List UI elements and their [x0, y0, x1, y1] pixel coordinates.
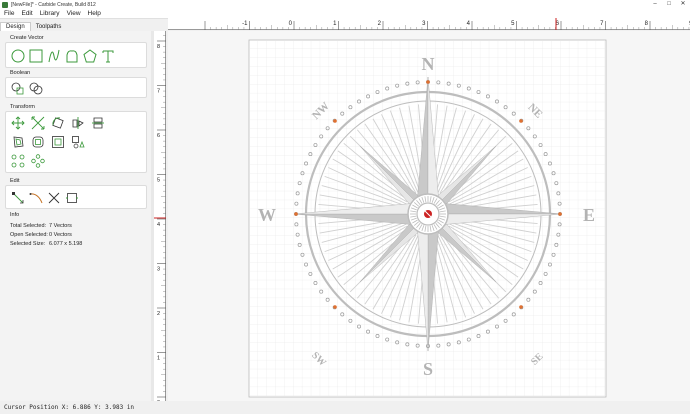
inset-tool-icon[interactable] [51, 135, 65, 149]
window-controls: – □ ✕ [648, 0, 690, 9]
circular-array-icon[interactable] [31, 154, 45, 168]
curve-tool-icon[interactable] [65, 49, 79, 63]
selection-node-se[interactable] [519, 305, 523, 309]
menu-file[interactable]: File [4, 10, 14, 17]
ruler-h-label: -1 [242, 21, 248, 27]
window-title: [NewFile]* - Carbide Create, Build 812 [11, 1, 96, 8]
ruler-h-label: 7 [600, 21, 604, 27]
status-bar: Cursor Position X: 6.886 Y: 3.983 in [0, 401, 690, 414]
info-total-selected-value: 7 Vectors [49, 223, 72, 229]
selection-node-e[interactable] [558, 212, 562, 216]
fillet-tool-icon[interactable] [31, 135, 45, 149]
menu-edit[interactable]: Edit [21, 10, 32, 17]
ruler-h-label: 4 [467, 21, 471, 27]
ruler-horizontal-svg: -10123456789 [204, 18, 690, 30]
ruler-h-label: 0 [289, 21, 293, 27]
offset-tool-icon[interactable] [11, 135, 25, 149]
join-tool-icon[interactable] [65, 191, 79, 205]
tab-design[interactable]: Design [0, 22, 31, 31]
polygon-tool-icon[interactable] [83, 49, 97, 63]
menu-view[interactable]: View [67, 10, 81, 17]
info-total-selected: Total Selected: 7 Vectors [10, 223, 72, 229]
ruler-h-label: 8 [645, 21, 649, 27]
arc-edit-icon[interactable] [29, 191, 43, 205]
polyline-tool-icon[interactable] [47, 49, 61, 63]
info-selected-size-label: Selected Size: [10, 241, 46, 247]
app-icon [2, 1, 8, 8]
boolean-box [5, 77, 147, 98]
ruler-v-label: 5 [157, 178, 160, 184]
minimize-button[interactable]: – [648, 0, 662, 9]
scale-tool-icon[interactable] [31, 116, 45, 130]
rotate-tool-icon[interactable] [51, 116, 65, 130]
ruler-vertical: 876543210 [154, 31, 166, 406]
ruler-h-label: 3 [422, 21, 426, 27]
info-open-selected-label: Open Selected: [10, 232, 48, 238]
text-tool-icon[interactable] [101, 49, 115, 63]
compass-label-s: S [423, 359, 433, 379]
info-selected-size: Selected Size: 6.077 x 5.198 [10, 241, 82, 247]
edit-box [5, 185, 147, 209]
tab-toolpaths[interactable]: Toolpaths [31, 23, 67, 31]
canvas-svg[interactable]: N S E W NE NW SE SW [168, 31, 690, 401]
section-title-boolean: Boolean [10, 70, 31, 76]
info-open-selected: Open Selected: 0 Vectors [10, 232, 72, 238]
align-tool-icon[interactable] [71, 135, 85, 149]
selection-node-ne[interactable] [519, 119, 523, 123]
section-title-info: Info [10, 212, 20, 218]
selection-node-n[interactable] [426, 80, 430, 84]
ruler-vertical-svg: 876543210 [154, 35, 166, 406]
menu-help[interactable]: Help [88, 10, 101, 17]
transform-box [5, 111, 147, 173]
section-title-edit: Edit [10, 178, 20, 184]
ruler-v-label: 1 [157, 356, 160, 362]
ruler-v-label: 6 [157, 133, 160, 139]
trim-tool-icon[interactable] [47, 191, 61, 205]
mirror-horizontal-icon[interactable] [71, 116, 85, 130]
circle-tool-icon[interactable] [11, 49, 25, 63]
union-tool-icon[interactable] [11, 81, 25, 95]
section-title-transform: Transform [10, 104, 35, 110]
panel-tabs: Design Toolpaths [0, 21, 66, 31]
move-tool-icon[interactable] [11, 116, 25, 130]
ruler-v-label: 4 [157, 222, 160, 228]
maximize-button[interactable]: □ [662, 0, 676, 9]
array-tool-icon[interactable] [11, 154, 25, 168]
subtract-tool-icon[interactable] [29, 81, 43, 95]
ruler-v-label: 7 [157, 89, 160, 95]
create-vector-box [5, 42, 147, 68]
selection-node-w[interactable] [294, 212, 298, 216]
design-panel: Create Vector Boolean Transform Edit Inf… [0, 31, 151, 401]
ruler-h-label: 5 [511, 21, 515, 27]
mirror-vertical-icon[interactable] [91, 116, 105, 130]
selection-node-nw[interactable] [333, 119, 337, 123]
menu-library[interactable]: Library [40, 10, 60, 17]
title-bar: [NewFile]* - Carbide Create, Build 812 –… [0, 0, 690, 9]
info-open-selected-value: 0 Vectors [49, 232, 72, 238]
close-button[interactable]: ✕ [676, 0, 690, 9]
ruler-v-label: 8 [157, 44, 160, 50]
ruler-horizontal: -10123456789 [168, 18, 690, 30]
ruler-h-label: 2 [378, 21, 382, 27]
compass-label-e: E [583, 205, 595, 225]
node-edit-icon[interactable] [11, 191, 25, 205]
ruler-h-label: 1 [333, 21, 337, 27]
ruler-v-label: 3 [157, 267, 160, 273]
selection-node-sw[interactable] [333, 305, 337, 309]
cursor-position: Cursor Position X: 6.886 Y: 3.983 in [4, 404, 135, 411]
rectangle-tool-icon[interactable] [29, 49, 43, 63]
compass-label-w: W [258, 205, 276, 225]
section-title-create-vector: Create Vector [10, 35, 44, 41]
compass-label-n: N [422, 54, 435, 74]
info-selected-size-value: 6.077 x 5.198 [49, 241, 83, 247]
ruler-v-label: 2 [157, 311, 160, 317]
info-total-selected-label: Total Selected: [10, 223, 47, 229]
design-canvas[interactable]: N S E W NE NW SE SW [168, 31, 690, 401]
